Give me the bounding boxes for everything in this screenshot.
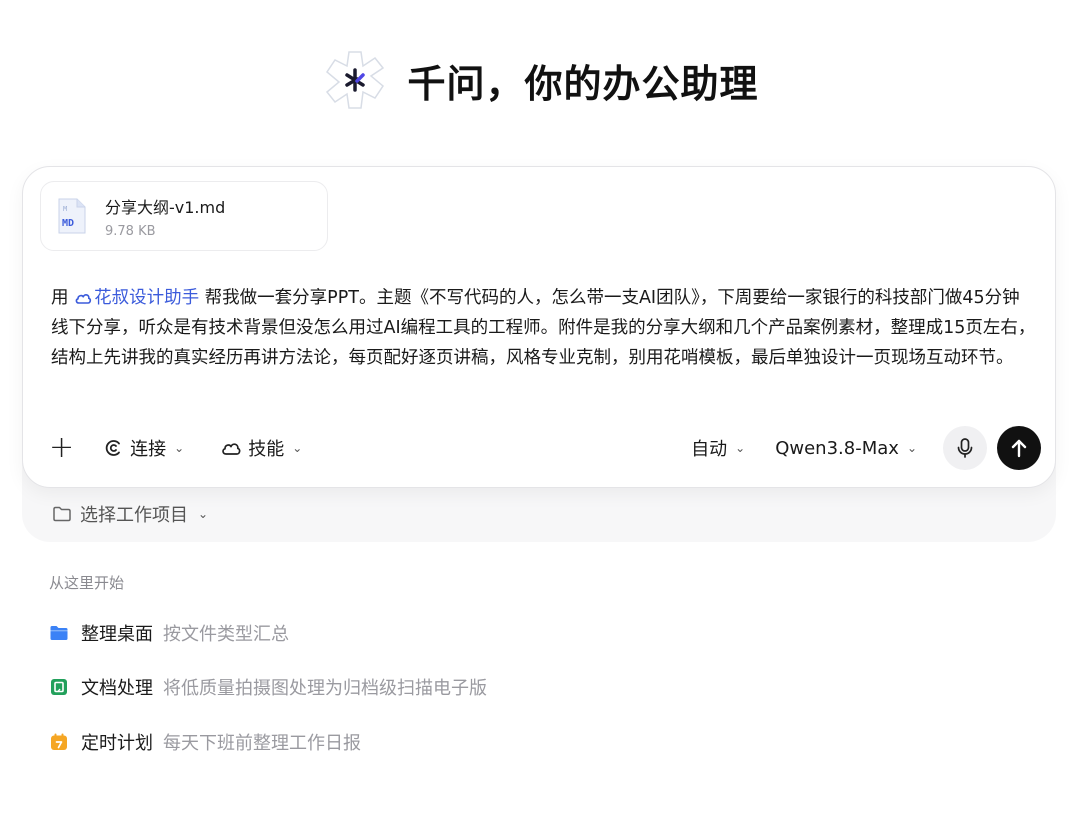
skill-chip[interactable]: 花叔设计助手 [74, 288, 199, 308]
suggestion-organize-desktop[interactable]: 整理桌面 按文件类型汇总 [49, 619, 289, 647]
document-icon [51, 679, 67, 695]
skills-cloud-icon [222, 443, 241, 455]
skills-button[interactable]: 技能 ⌄ [220, 435, 302, 461]
attachment-size: 9.78 KB [105, 223, 156, 239]
calendar-icon [51, 733, 67, 750]
chevron-down-icon: ⌄ [174, 441, 185, 455]
page-title: 千问，你的办公助理 [407, 61, 759, 106]
chevron-down-icon: ⌄ [906, 441, 917, 455]
attachment-card[interactable]: M MD 分享大纲-v1.md 9.78 KB [40, 181, 328, 251]
chat-composer: M MD 分享大纲-v1.md 9.78 KB 用 花叔设计助手 帮我做一套分享… [22, 166, 1056, 488]
connect-button[interactable]: 连接 ⌄ [104, 435, 184, 461]
chevron-down-icon: ⌄ [292, 441, 303, 455]
suggestion-title: 定时计划 [81, 733, 153, 754]
skill-cloud-icon [75, 294, 92, 304]
chevron-down-icon: ⌄ [198, 507, 209, 521]
file-type-label: MD [62, 218, 74, 229]
folder-icon [50, 626, 68, 640]
suggestion-desc: 按文件类型汇总 [163, 624, 289, 645]
skills-label: 技能 [248, 439, 285, 460]
mode-selector[interactable]: 自动 ⌄ [691, 435, 745, 461]
project-selector[interactable]: 选择工作项目 ⌄ [52, 500, 208, 528]
suggestion-document-processing[interactable]: 文档处理 将低质量拍摄图处理为归档级扫描电子版 [49, 673, 487, 701]
arrow-up-icon [1011, 439, 1027, 458]
folder-outline-icon [53, 506, 71, 522]
model-selector[interactable]: Qwen3.8-Max ⌄ [775, 438, 917, 459]
file-type-letter: M [63, 205, 67, 213]
suggestion-title: 文档处理 [81, 678, 153, 699]
prompt-text: 帮我做一套分享PPT。主题《不写代码的人，怎么带一支AI团队》，下周要给一家银行… [51, 288, 1036, 368]
add-button[interactable]: + [49, 433, 74, 463]
prompt-prefix: 用 [51, 288, 69, 308]
suggestion-desc: 将低质量拍摄图处理为归档级扫描电子版 [163, 678, 487, 699]
mode-label: 自动 [691, 439, 728, 460]
microphone-button[interactable] [943, 426, 987, 470]
project-label: 选择工作项目 [80, 505, 188, 526]
suggestion-scheduled-plan[interactable]: 定时计划 每天下班前整理工作日报 [49, 728, 361, 756]
hero-header: 千问，你的办公助理 [0, 44, 1080, 116]
microphone-icon [957, 438, 973, 458]
composer-container: M MD 分享大纲-v1.md 9.78 KB 用 花叔设计助手 帮我做一套分享… [22, 166, 1056, 542]
suggestion-desc: 每天下班前整理工作日报 [163, 733, 361, 754]
section-label: 从这里开始 [49, 574, 125, 592]
send-button[interactable] [997, 426, 1041, 470]
suggestion-title: 整理桌面 [81, 624, 153, 645]
composer-toolbar: + 连接 ⌄ 技能 ⌄ 自动 ⌄ Qwen3.8-Max ⌄ [23, 425, 1057, 471]
qwen-logo-icon [321, 46, 389, 114]
chevron-down-icon: ⌄ [735, 441, 746, 455]
attachment-name: 分享大纲-v1.md [105, 197, 226, 217]
skill-name: 花叔设计助手 [94, 288, 200, 308]
connect-icon [105, 440, 121, 456]
model-label: Qwen3.8-Max [775, 437, 899, 459]
markdown-file-icon: M MD [57, 197, 87, 235]
prompt-input[interactable]: 用 花叔设计助手 帮我做一套分享PPT。主题《不写代码的人，怎么带一支AI团队》… [51, 283, 1036, 373]
connect-label: 连接 [130, 439, 167, 460]
